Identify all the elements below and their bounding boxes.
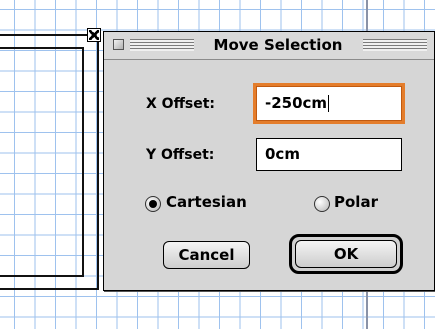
text-caret bbox=[328, 95, 330, 112]
y-offset-field[interactable]: 0cm bbox=[256, 138, 402, 171]
cartesian-radio[interactable] bbox=[145, 196, 161, 212]
y-offset-label: Y Offset: bbox=[146, 147, 215, 163]
ok-button[interactable]: OK bbox=[295, 240, 397, 268]
titlebar-stripes-right bbox=[363, 39, 427, 51]
dialog-titlebar[interactable]: Move Selection bbox=[104, 32, 434, 60]
cartesian-radio-label[interactable]: Cartesian bbox=[166, 193, 247, 211]
x-offset-field[interactable]: -250cm bbox=[256, 86, 402, 121]
polar-radio-label[interactable]: Polar bbox=[334, 193, 378, 211]
close-box-icon[interactable] bbox=[113, 39, 124, 50]
move-selection-dialog: Move Selection X Offset: -250cm Y Offset… bbox=[103, 31, 435, 291]
cancel-button[interactable]: Cancel bbox=[163, 241, 250, 269]
selection-handle[interactable] bbox=[87, 28, 101, 42]
titlebar-stripes-left bbox=[130, 39, 194, 51]
x-offset-label: X Offset: bbox=[146, 96, 216, 112]
y-offset-value: 0cm bbox=[265, 145, 300, 163]
x-offset-value: -250cm bbox=[265, 94, 328, 112]
selected-shape-inner-outline[interactable] bbox=[0, 47, 84, 277]
polar-radio[interactable] bbox=[314, 196, 330, 212]
dialog-title: Move Selection bbox=[213, 36, 343, 54]
